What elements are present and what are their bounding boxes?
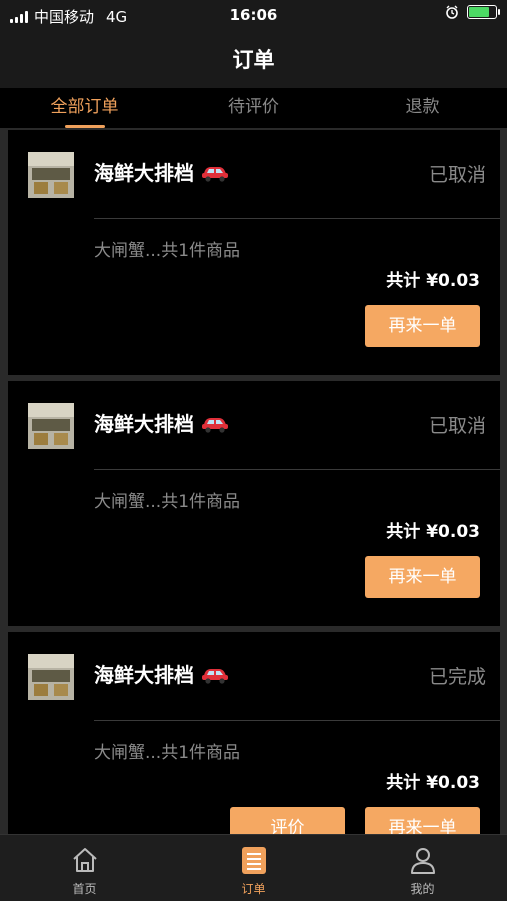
divider — [94, 469, 500, 470]
bottom-tab-label: 首页 — [72, 882, 97, 896]
tab-pending-review[interactable]: 待评价 — [169, 88, 338, 128]
shop-thumbnail — [28, 403, 74, 449]
review-button[interactable]: 评价 — [230, 807, 345, 834]
page-title: 订单 — [232, 48, 275, 72]
shop-thumbnail — [28, 654, 74, 700]
home-icon — [72, 848, 97, 872]
reorder-button[interactable]: 再来一单 — [365, 807, 480, 834]
reorder-button[interactable]: 再来一单 — [365, 556, 480, 598]
alarm-icon — [446, 5, 458, 19]
order-summary: 大闸蟹...共1件商品 — [94, 492, 241, 512]
shop-row: 海鲜大排档 — [94, 408, 230, 437]
battery-icon — [467, 5, 500, 19]
shop-row: 海鲜大排档 — [94, 659, 230, 688]
order-card[interactable]: 海鲜大排档 已完成 大闸蟹...共1件商品 共计 ¥0.03 评价 再来一单 — [8, 632, 500, 834]
divider — [94, 720, 500, 721]
bottom-tab-profile[interactable]: 我的 — [338, 835, 507, 901]
car-icon — [202, 166, 228, 182]
status-bar: 中国移动 4G 16:06 — [0, 0, 507, 30]
car-icon — [202, 417, 228, 433]
status-right — [445, 5, 500, 19]
order-summary: 大闸蟹...共1件商品 — [94, 241, 241, 261]
order-status: 已完成 — [428, 666, 486, 688]
shop-row: 海鲜大排档 — [94, 157, 230, 186]
bottom-tab-orders[interactable]: 订单 — [169, 835, 338, 901]
order-total: 共计 ¥0.03 — [386, 773, 480, 793]
bottom-tab-bar: 首页 订单 我的 — [0, 834, 507, 901]
bottom-tab-home[interactable]: 首页 — [0, 835, 169, 901]
order-list[interactable]: 海鲜大排档 已取消 大闸蟹...共1件商品 共计 ¥0.03 再来一单 海鲜大排… — [0, 128, 507, 834]
divider — [94, 218, 500, 219]
order-card[interactable]: 海鲜大排档 已取消 大闸蟹...共1件商品 共计 ¥0.03 再来一单 — [8, 130, 500, 375]
order-status: 已取消 — [428, 164, 486, 186]
tab-label: 待评价 — [228, 97, 279, 117]
status-time: 16:06 — [229, 6, 278, 24]
shop-name: 海鲜大排档 — [94, 663, 194, 687]
shop-thumbnail — [28, 152, 74, 198]
bottom-tab-label: 我的 — [410, 882, 435, 896]
profile-icon — [410, 848, 435, 874]
order-total: 共计 ¥0.03 — [386, 522, 480, 542]
tab-refund[interactable]: 退款 — [338, 88, 507, 128]
order-summary: 大闸蟹...共1件商品 — [94, 743, 241, 763]
shop-name: 海鲜大排档 — [94, 161, 194, 185]
shop-name: 海鲜大排档 — [94, 412, 194, 436]
tab-all-orders[interactable]: 全部订单 — [0, 88, 169, 128]
tab-label: 全部订单 — [50, 97, 119, 117]
car-icon — [202, 668, 228, 684]
reorder-button[interactable]: 再来一单 — [365, 305, 480, 347]
bottom-tab-label: 订单 — [241, 882, 266, 896]
nav-bar: 订单 — [0, 30, 507, 88]
order-card[interactable]: 海鲜大排档 已取消 大闸蟹...共1件商品 共计 ¥0.03 再来一单 — [8, 381, 500, 626]
tab-label: 退款 — [405, 97, 440, 117]
order-total: 共计 ¥0.03 — [386, 271, 480, 291]
order-list-icon — [241, 847, 266, 874]
order-tabs: 全部订单 待评价 退款 — [0, 88, 507, 128]
order-status: 已取消 — [428, 415, 486, 437]
